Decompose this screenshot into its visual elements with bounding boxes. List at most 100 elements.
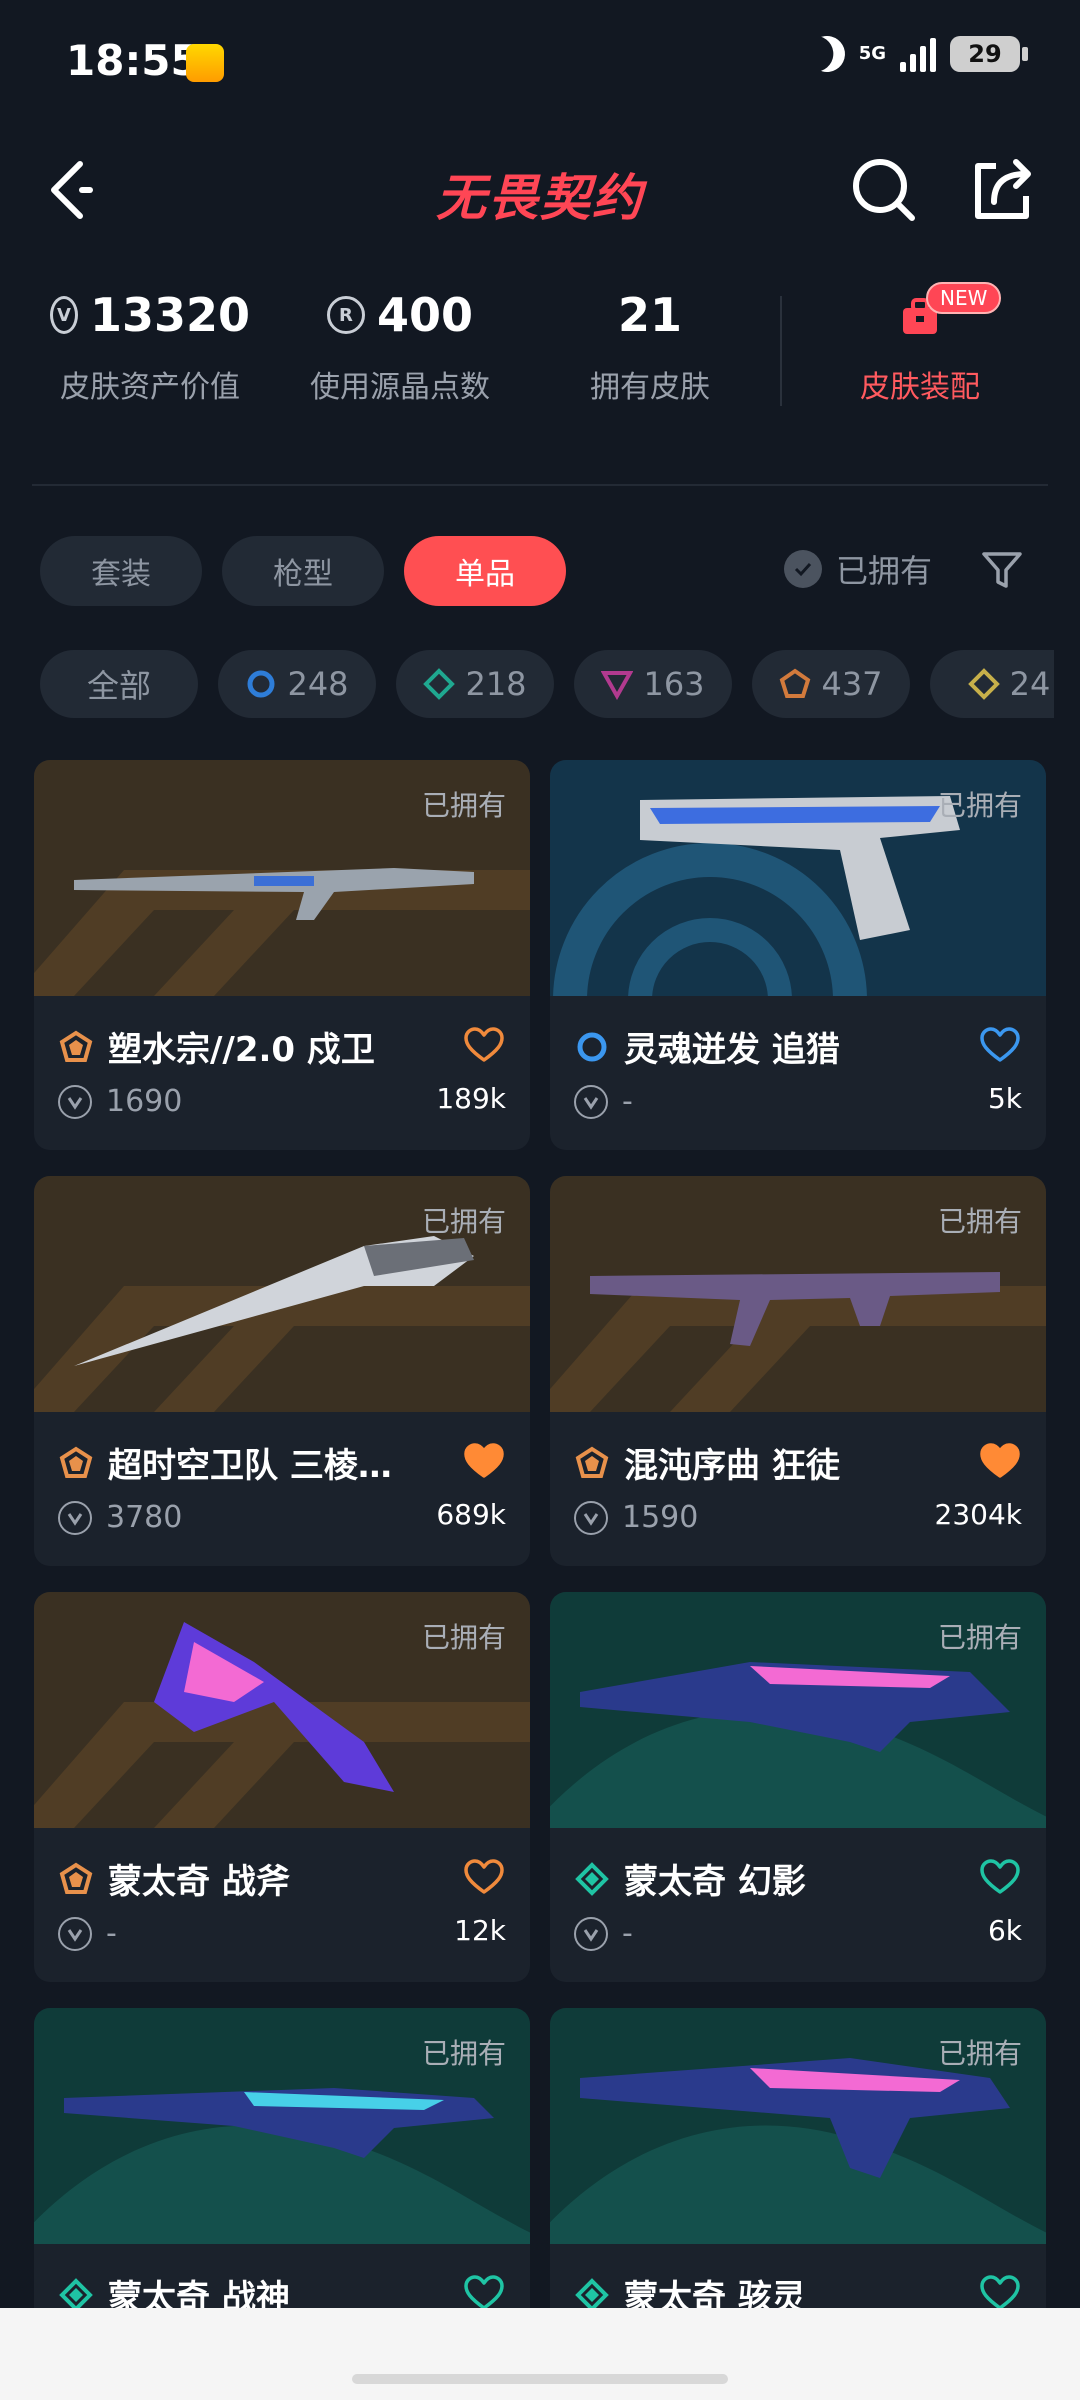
- skin-name: 混沌序曲 狂徒: [624, 1446, 840, 1486]
- vp-coin-icon: [574, 1084, 608, 1119]
- status-indicators: 5G 29: [809, 36, 1028, 72]
- skin-price: -: [574, 1084, 633, 1119]
- price-value: 3780: [106, 1500, 183, 1535]
- vp-coin-icon: V: [50, 296, 78, 334]
- tab-single-item[interactable]: 单品: [404, 536, 566, 606]
- battery-icon: 29: [950, 36, 1028, 72]
- rarity-exclusive[interactable]: 437: [752, 650, 910, 718]
- skin-image: 已拥有: [34, 1592, 530, 1828]
- price-value: 1590: [622, 1500, 699, 1535]
- stat-asset-value: V 13320 皮肤资产价值: [50, 288, 250, 406]
- status-bar: 18:55 5G 29: [0, 0, 1080, 120]
- favorite-button[interactable]: [464, 1026, 504, 1066]
- skin-image: 已拥有: [550, 1176, 1046, 1412]
- heart-icon: [980, 1027, 1020, 1062]
- rarity-count: 218: [465, 665, 527, 703]
- rarity-filter-row: 全部 248 218 163 437 24: [0, 640, 1054, 730]
- network-label: 5G: [858, 43, 886, 64]
- owned-tag: 已拥有: [937, 1205, 1022, 1238]
- owned-tag: 已拥有: [421, 2037, 506, 2070]
- favorite-button[interactable]: [464, 1442, 504, 1482]
- vp-coin-icon: [58, 1500, 92, 1535]
- skin-price: 3780: [58, 1500, 182, 1535]
- favorite-button[interactable]: [464, 1858, 504, 1898]
- stat-value: 21: [617, 288, 682, 342]
- divider: [32, 484, 1048, 486]
- skin-card[interactable]: 已拥有 塑水宗//2.0 戍卫 1690 189k: [34, 760, 530, 1150]
- stats-panel: V 13320 皮肤资产价值 R 400 使用源晶点数 21 拥有皮肤 NEW …: [0, 270, 1080, 460]
- vp-coin-icon: [58, 1916, 92, 1951]
- owned-tag: 已拥有: [421, 1205, 506, 1238]
- search-button[interactable]: [848, 154, 920, 226]
- new-badge: NEW: [926, 282, 1002, 314]
- heart-icon: [980, 1859, 1020, 1894]
- skin-card[interactable]: 已拥有 灵魂迸发 追猎 - 5k: [550, 760, 1046, 1150]
- filter-button[interactable]: [980, 548, 1024, 592]
- tab-bundle[interactable]: 套装: [40, 536, 202, 606]
- rarity-count: 437: [821, 665, 883, 703]
- check-icon: [784, 550, 822, 588]
- skin-card[interactable]: 已拥有 混沌序曲 狂徒 1590 2304k: [550, 1176, 1046, 1566]
- status-time: 18:55: [66, 36, 200, 85]
- skin-name: 蒙太奇 战斧: [108, 1862, 290, 1902]
- system-navigation-bar: [0, 2308, 1080, 2400]
- app-notification-icon: [186, 44, 224, 82]
- skin-image: 已拥有: [34, 760, 530, 996]
- skin-title: 混沌序曲 狂徒: [574, 1438, 954, 1487]
- owned-tag: 已拥有: [937, 789, 1022, 822]
- skin-card[interactable]: 已拥有 蒙太奇 战斧 - 12k: [34, 1592, 530, 1982]
- stat-value: 13320: [89, 288, 250, 342]
- price-value: 1690: [106, 1084, 183, 1119]
- skin-image: 已拥有: [34, 1176, 530, 1412]
- owned-tag: 已拥有: [937, 2037, 1022, 2070]
- rarity-count: 248: [287, 665, 349, 703]
- radianite-icon: R: [326, 296, 365, 334]
- category-tabs: 套装 枪型 单品: [40, 536, 566, 606]
- rarity-ultra-icon: [967, 668, 1000, 700]
- skin-name: 蒙太奇 幻影: [624, 1862, 806, 1902]
- skin-title: 蒙太奇 战斧: [58, 1854, 438, 1903]
- tier-icon: [575, 1861, 609, 1896]
- share-icon: [975, 159, 1031, 219]
- divider: [780, 296, 782, 406]
- stat-label: 皮肤资产价值: [60, 370, 240, 405]
- skin-name: 超时空卫队 三棱…: [108, 1446, 392, 1486]
- rarity-premium-icon: [601, 671, 634, 700]
- favorite-button[interactable]: [980, 1442, 1020, 1482]
- price-value: -: [622, 1084, 633, 1119]
- skin-price: -: [574, 1916, 633, 1951]
- skin-card[interactable]: 已拥有 超时空卫队 三棱… 3780 689k: [34, 1176, 530, 1566]
- rarity-deluxe[interactable]: 218: [396, 650, 554, 718]
- tab-weapon-type[interactable]: 枪型: [222, 536, 384, 606]
- favorite-button[interactable]: [980, 1858, 1020, 1898]
- skin-image: 已拥有: [550, 2008, 1046, 2244]
- heart-icon: [464, 1443, 504, 1478]
- rarity-count: 24: [1009, 665, 1051, 703]
- owned-tag: 已拥有: [421, 1621, 506, 1654]
- share-button[interactable]: [966, 154, 1038, 226]
- skin-image: 已拥有: [550, 760, 1046, 996]
- rarity-premium[interactable]: 163: [574, 650, 732, 718]
- search-icon: [853, 159, 915, 221]
- rarity-all[interactable]: 全部: [40, 650, 198, 718]
- rarity-select[interactable]: 248: [218, 650, 376, 718]
- owned-toggle[interactable]: 已拥有: [784, 546, 932, 592]
- owned-tag: 已拥有: [421, 789, 506, 822]
- skin-name: 塑水宗//2.0 戍卫: [108, 1030, 375, 1070]
- skin-card[interactable]: 已拥有 蒙太奇 幻影 - 6k: [550, 1592, 1046, 1982]
- skin-image: 已拥有: [550, 1592, 1046, 1828]
- skin-title: 灵魂迸发 追猎: [574, 1022, 954, 1071]
- like-count: 12k: [454, 1914, 506, 1947]
- app-header: 无畏契约: [0, 130, 1080, 250]
- home-indicator[interactable]: [352, 2374, 728, 2384]
- favorite-button[interactable]: [980, 1026, 1020, 1066]
- do-not-disturb-icon: [802, 29, 851, 78]
- rarity-ultra[interactable]: 24: [930, 650, 1054, 718]
- tier-icon: [59, 1030, 93, 1062]
- skin-image: 已拥有: [34, 2008, 530, 2244]
- heart-icon: [464, 1859, 504, 1894]
- loadout-label: 皮肤装配: [860, 370, 980, 405]
- owned-toggle-label: 已拥有: [836, 552, 933, 590]
- stat-owned-skins: 21 拥有皮肤: [560, 288, 740, 406]
- skin-loadout-button[interactable]: NEW 皮肤装配: [830, 282, 1010, 406]
